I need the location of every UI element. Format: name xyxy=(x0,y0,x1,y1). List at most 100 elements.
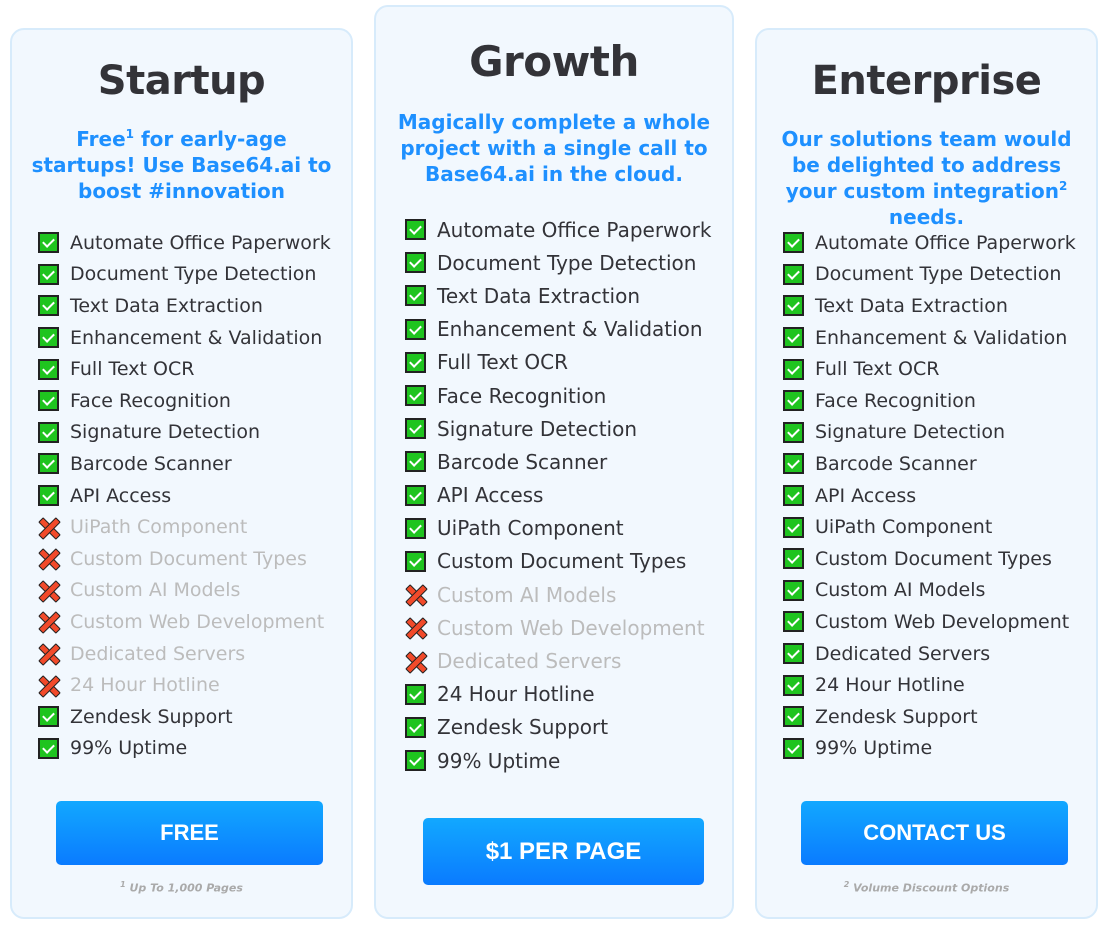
cross-icon xyxy=(38,643,59,664)
checkmark-icon xyxy=(783,263,804,285)
feature-item: Custom Web Development xyxy=(783,606,1076,638)
feature-item: Custom Web Development xyxy=(405,611,711,644)
feature-item: Text Data Extraction xyxy=(783,290,1076,322)
plan-title: Startup xyxy=(97,58,266,104)
footnote-marker: 1 xyxy=(125,127,134,141)
feature-item: UiPath Component xyxy=(38,511,331,543)
feature-item: 24 Hour Hotline xyxy=(38,669,331,701)
checkmark-icon xyxy=(405,318,426,340)
plan-card-growth: Growth Magically complete a whole projec… xyxy=(374,5,734,919)
feature-label: Barcode Scanner xyxy=(815,452,977,475)
checkmark-icon xyxy=(783,453,804,475)
checkmark-icon xyxy=(783,548,804,570)
feature-label: Full Text OCR xyxy=(815,358,940,381)
feature-label: 99% Uptime xyxy=(70,737,188,760)
checkmark-icon xyxy=(783,295,804,317)
feature-list: Automate Office Paperwork Document Type D… xyxy=(783,227,1076,764)
feature-label: Custom Document Types xyxy=(815,547,1052,570)
feature-item: Zendesk Support xyxy=(405,711,711,744)
checkmark-icon xyxy=(405,716,426,738)
feature-label: Signature Detection xyxy=(70,421,260,444)
feature-label: Zendesk Support xyxy=(70,705,233,728)
feature-item: Custom Document Types xyxy=(38,543,331,575)
checkmark-icon xyxy=(405,517,426,539)
cross-icon xyxy=(405,617,426,638)
checkmark-icon xyxy=(405,252,426,274)
checkmark-icon xyxy=(405,285,426,307)
feature-label: Custom Web Development xyxy=(815,610,1070,633)
checkmark-icon xyxy=(783,706,804,728)
feature-item: Full Text OCR xyxy=(38,353,331,385)
plan-title: Enterprise xyxy=(811,58,1042,104)
feature-label: Full Text OCR xyxy=(70,358,195,381)
feature-item: Document Type Detection xyxy=(783,259,1076,291)
feature-item: Custom AI Models xyxy=(405,578,711,611)
feature-label: Custom AI Models xyxy=(437,582,617,607)
checkmark-icon xyxy=(38,737,59,759)
checkmark-icon xyxy=(405,351,426,373)
feature-item: 99% Uptime xyxy=(405,744,711,777)
free-button[interactable]: FREE xyxy=(56,801,323,865)
feature-label: Dedicated Servers xyxy=(437,649,622,674)
plan-subtitle: Our solutions team would be delighted to… xyxy=(781,127,1072,229)
feature-item: Dedicated Servers xyxy=(405,644,711,677)
feature-item: Signature Detection xyxy=(783,417,1076,449)
feature-label: UiPath Component xyxy=(815,516,993,539)
checkmark-icon xyxy=(405,418,426,440)
feature-label: Zendesk Support xyxy=(437,715,609,740)
feature-item: Zendesk Support xyxy=(38,701,331,733)
feature-item: API Access xyxy=(783,480,1076,512)
checkmark-icon xyxy=(405,451,426,473)
feature-item: Automate Office Paperwork xyxy=(38,227,331,259)
checkmark-icon xyxy=(405,219,426,241)
feature-item: Full Text OCR xyxy=(783,353,1076,385)
feature-item: Enhancement & Validation xyxy=(783,322,1076,354)
checkmark-icon xyxy=(405,385,426,407)
plan-subtitle: Magically complete a whole project with … xyxy=(397,110,711,186)
feature-label: Document Type Detection xyxy=(815,263,1062,286)
checkmark-icon xyxy=(405,550,426,572)
feature-item: Barcode Scanner xyxy=(38,448,331,480)
feature-label: UiPath Component xyxy=(437,516,624,541)
feature-item: API Access xyxy=(405,479,711,512)
feature-label: Signature Detection xyxy=(437,416,637,441)
feature-label: Barcode Scanner xyxy=(437,449,608,474)
checkmark-icon xyxy=(783,232,804,254)
checkmark-icon xyxy=(783,516,804,538)
feature-label: Dedicated Servers xyxy=(70,642,246,665)
feature-label: Face Recognition xyxy=(437,383,607,408)
checkmark-icon xyxy=(783,611,804,633)
feature-label: Document Type Detection xyxy=(437,250,697,275)
plan-subtitle: Free1 for early-age startups! Use Base64… xyxy=(31,127,332,203)
contact-us-button[interactable]: CONTACT US xyxy=(801,801,1068,865)
plan-title: Growth xyxy=(469,37,639,86)
feature-label: Face Recognition xyxy=(815,389,976,412)
feature-item: Document Type Detection xyxy=(38,259,331,291)
checkmark-icon xyxy=(783,390,804,412)
cross-icon xyxy=(405,584,426,605)
feature-label: Face Recognition xyxy=(70,389,231,412)
feature-label: API Access xyxy=(70,484,172,507)
feature-item: Document Type Detection xyxy=(405,246,711,279)
checkmark-icon xyxy=(405,750,426,772)
feature-item: Text Data Extraction xyxy=(38,290,331,322)
feature-label: Document Type Detection xyxy=(70,263,317,286)
feature-label: Custom AI Models xyxy=(70,579,241,602)
feature-item: Custom AI Models xyxy=(783,575,1076,607)
feature-item: Enhancement & Validation xyxy=(38,322,331,354)
feature-item: Barcode Scanner xyxy=(783,448,1076,480)
checkmark-icon xyxy=(38,327,59,349)
feature-item: Zendesk Support xyxy=(783,701,1076,733)
feature-item: 24 Hour Hotline xyxy=(783,669,1076,701)
feature-item: Face Recognition xyxy=(38,385,331,417)
feature-label: Enhancement & Validation xyxy=(70,326,323,349)
feature-label: Dedicated Servers xyxy=(815,642,991,665)
cross-icon xyxy=(38,675,59,696)
per-page-button[interactable]: $1 PER PAGE xyxy=(423,818,704,885)
feature-label: Signature Detection xyxy=(815,421,1005,444)
feature-label: Automate Office Paperwork xyxy=(815,231,1076,254)
feature-item: Signature Detection xyxy=(38,417,331,449)
feature-item: Enhancement & Validation xyxy=(405,313,711,346)
cross-icon xyxy=(38,517,59,538)
feature-item: API Access xyxy=(38,480,331,512)
